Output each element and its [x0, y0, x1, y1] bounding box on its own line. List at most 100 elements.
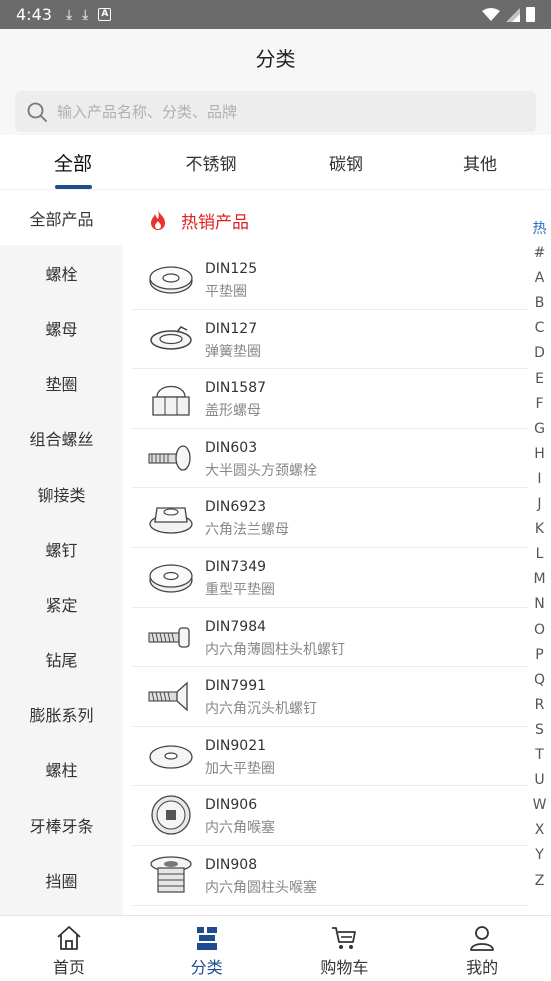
sidebar-item-retaining-rings[interactable]: 挡圈: [0, 852, 123, 907]
sidebar-item-label: 铆接类: [37, 485, 86, 505]
sidebar-item-expansion[interactable]: 膨胀系列: [0, 687, 123, 742]
index-letter[interactable]: S: [528, 722, 551, 738]
index-hot[interactable]: 热: [528, 218, 551, 238]
cart-icon: [332, 927, 357, 949]
tab-stainless[interactable]: 不锈钢: [156, 135, 266, 190]
wifi-icon: [482, 7, 500, 21]
tab-carbon[interactable]: 碳钢: [291, 135, 401, 190]
product-item[interactable]: DIN7349 重型平垫圈: [131, 548, 528, 608]
product-item[interactable]: DIN9021 加大平垫圈: [131, 727, 528, 787]
index-letter[interactable]: A: [528, 270, 551, 286]
sidebar-item-label: 膨胀系列: [29, 706, 94, 726]
product-item[interactable]: DIN125 平垫圈: [131, 250, 528, 310]
product-list: 热销产品 DIN125 平垫圈 DIN127 弹簧垫圈 DIN1587 盖形螺母…: [123, 190, 528, 915]
index-letter[interactable]: J: [528, 496, 551, 512]
product-name: 平垫圈: [205, 284, 247, 300]
sidebar-item-label: 全部产品: [29, 209, 94, 229]
download-icon: ⤓: [82, 6, 89, 23]
index-letter[interactable]: D: [528, 345, 551, 361]
index-letter[interactable]: Z: [528, 873, 551, 889]
index-letter[interactable]: F: [528, 396, 551, 412]
product-name: 六角法兰螺母: [205, 522, 289, 539]
index-letter[interactable]: O: [528, 622, 551, 638]
index-letter[interactable]: Q: [528, 672, 551, 688]
product-item[interactable]: DIN6923 六角法兰螺母: [131, 488, 528, 548]
index-letter[interactable]: W: [528, 797, 551, 813]
product-item[interactable]: DIN906 内六角喉塞: [131, 786, 528, 846]
cap-nut-icon: [152, 386, 190, 416]
nav-label: 我的: [466, 958, 499, 977]
index-letter[interactable]: G: [528, 421, 551, 437]
product-code: DIN9021: [205, 737, 267, 754]
sidebar-item-set-screws[interactable]: 紧定: [0, 576, 123, 631]
index-letter[interactable]: R: [528, 697, 551, 713]
category-icon: [196, 927, 217, 950]
sidebar-item-threaded-rods[interactable]: 牙棒牙条: [0, 797, 123, 852]
sidebar-item-nuts[interactable]: 螺母: [0, 300, 123, 355]
product-item[interactable]: DIN7984 内六角薄圆柱头机螺钉: [131, 608, 528, 668]
nav-home[interactable]: 首页: [0, 916, 138, 981]
index-letter[interactable]: B: [528, 295, 551, 311]
search-icon: [27, 102, 47, 122]
sidebar-item-screws[interactable]: 螺钉: [0, 521, 123, 576]
nav-label: 购物车: [320, 958, 369, 977]
search-box[interactable]: [15, 91, 536, 132]
status-icons: [482, 7, 535, 22]
product-item[interactable]: DIN7991 内六角沉头机螺钉: [131, 667, 528, 727]
product-item[interactable]: DIN1587 盖形螺母: [131, 369, 528, 429]
sidebar-item-washers[interactable]: 垫圈: [0, 356, 123, 411]
product-code: DIN7984: [205, 618, 267, 635]
product-name: 弹簧垫圈: [205, 343, 261, 360]
product-code: DIN7349: [205, 558, 267, 575]
home-icon: [57, 926, 81, 950]
tab-other[interactable]: 其他: [425, 135, 535, 190]
flat-washer-icon: [149, 266, 193, 294]
sidebar-item-rivets[interactable]: 铆接类: [0, 466, 123, 521]
index-letter[interactable]: Y: [528, 847, 551, 863]
index-letter[interactable]: L: [528, 546, 551, 562]
index-letter[interactable]: K: [528, 521, 551, 537]
product-code: DIN125: [205, 261, 258, 277]
sidebar-item-label: 垫圈: [45, 375, 78, 395]
search-input[interactable]: [57, 102, 497, 121]
signal-icon: [506, 7, 520, 22]
sidebar-item-studs[interactable]: 螺柱: [0, 742, 123, 797]
tab-label: 不锈钢: [185, 155, 237, 175]
socket-screw-icon: [148, 626, 190, 648]
sidebar-item-combo-screws[interactable]: 组合螺丝: [0, 411, 123, 466]
countersunk-screw-icon: [148, 681, 188, 712]
nav-profile[interactable]: 我的: [413, 916, 551, 981]
index-letter[interactable]: M: [528, 571, 551, 587]
tab-all[interactable]: 全部: [18, 135, 128, 190]
index-letter[interactable]: C: [528, 320, 551, 336]
index-letter[interactable]: H: [528, 446, 551, 462]
product-item[interactable]: DIN908 内六角圆柱头喉塞: [131, 846, 528, 906]
index-letter[interactable]: E: [528, 371, 551, 387]
sidebar-item-all-products[interactable]: 全部产品: [0, 190, 123, 246]
sidebar-item-drill-tail[interactable]: 钻尾: [0, 632, 123, 687]
index-letter[interactable]: N: [528, 596, 551, 612]
user-icon: [470, 926, 495, 951]
index-letter[interactable]: #: [528, 245, 551, 261]
index-letter[interactable]: T: [528, 747, 551, 763]
product-code: DIN6923: [205, 499, 267, 516]
search-bar: [0, 85, 551, 135]
product-name: 内六角沉头机螺钉: [205, 701, 317, 718]
tab-label: 其他: [463, 155, 497, 175]
product-item[interactable]: DIN127 弹簧垫圈: [131, 310, 528, 370]
sidebar-item-bolts[interactable]: 螺栓: [0, 245, 123, 300]
product-name: 加大平垫圈: [205, 760, 275, 777]
material-tabs: 全部 不锈钢 碳钢 其他: [0, 135, 551, 190]
hot-products-header: 热销产品: [123, 190, 528, 250]
index-letter[interactable]: X: [528, 822, 551, 838]
nav-cart[interactable]: 购物车: [276, 916, 414, 981]
index-letter[interactable]: U: [528, 772, 551, 788]
alphabet-index-bar[interactable]: 热 # A B C D E F G H I J K L M N O P Q R S T U W X Y Z: [528, 190, 551, 915]
product-item[interactable]: DIN603 大半圆头方颈螺栓: [131, 429, 528, 489]
index-letter[interactable]: I: [528, 471, 551, 487]
bottom-nav: 首页 分类 购物车 我的: [0, 915, 551, 981]
heavy-washer-icon: [149, 564, 193, 593]
index-letter[interactable]: P: [528, 647, 551, 663]
product-code: DIN7991: [205, 678, 267, 695]
nav-category[interactable]: 分类: [138, 916, 276, 981]
